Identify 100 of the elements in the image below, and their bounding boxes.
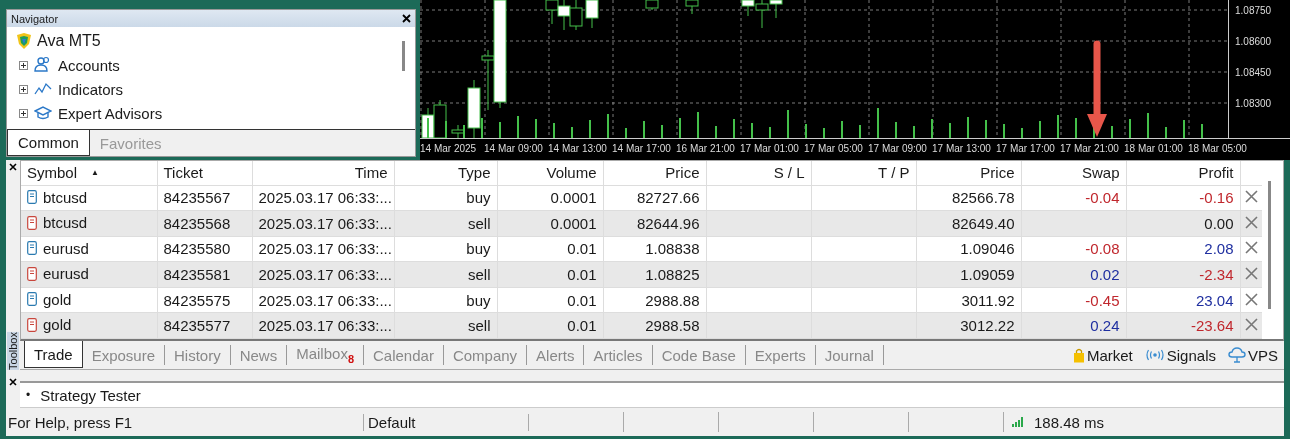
cloud-icon <box>1228 347 1246 363</box>
table-cell: -0.04 <box>1021 185 1126 211</box>
expand-icon[interactable] <box>19 84 28 94</box>
table-cell: 84235580 <box>157 236 252 262</box>
table-cell: 84235577 <box>157 312 252 339</box>
tree-item[interactable]: Indicators <box>58 80 124 98</box>
table-cell: 1.09059 <box>916 261 1021 288</box>
table-cell: -2.34 <box>1126 261 1240 288</box>
table-cell: buy <box>394 236 497 262</box>
table-cell: 82727.66 <box>603 185 706 211</box>
table-cell: btcusd <box>43 214 88 232</box>
close-icon[interactable] <box>402 14 411 23</box>
table-cell: 0.00 <box>1126 210 1240 237</box>
table-cell: 0.01 <box>497 261 603 288</box>
panel-title: Strategy Tester <box>40 386 141 404</box>
column-header[interactable]: Ticket <box>163 164 203 182</box>
column-header[interactable]: Price <box>665 164 700 182</box>
axis-label: 1.08750 <box>1235 4 1273 18</box>
bullet: • <box>26 388 31 402</box>
table-cell: 82644.96 <box>603 210 706 237</box>
panel-title: Toolbox <box>7 332 19 370</box>
table-cell: buy <box>394 287 497 313</box>
table-cell: 2.08 <box>1126 236 1240 262</box>
table-cell: -0.16 <box>1126 185 1240 211</box>
table-cell: sell <box>394 210 497 237</box>
axis-label: 17 Mar 01:00 <box>740 142 800 156</box>
candle <box>557 0 571 31</box>
column-header[interactable]: S / L <box>773 164 805 182</box>
panel-title: Navigator <box>11 12 59 25</box>
table-cell: 2025.03.17 06:33:... <box>252 210 394 237</box>
table-cell: 0.01 <box>497 236 603 262</box>
candle <box>585 0 599 29</box>
table-cell: 2988.58 <box>603 312 706 339</box>
table-cell: 82649.40 <box>916 210 1021 237</box>
table-cell: 84235581 <box>157 261 252 288</box>
axis-label: 16 Mar 21:00 <box>676 142 736 156</box>
column-header[interactable]: Type <box>457 164 491 182</box>
signal-icon <box>1012 417 1024 427</box>
toolbar-link[interactable]: VPS <box>1222 341 1284 369</box>
column-header[interactable]: Profit <box>1198 164 1234 182</box>
toolbar-link[interactable]: Market <box>1066 341 1139 369</box>
axis-label: 18 Mar 05:00 <box>1188 142 1248 156</box>
close-icon[interactable] <box>9 378 17 386</box>
people-icon <box>34 56 52 74</box>
status-text: For Help, press F1 <box>6 413 364 431</box>
table-cell: sell <box>394 261 497 288</box>
toolbar-link[interactable]: Signals <box>1138 341 1222 369</box>
shopping-bag-icon <box>1072 347 1085 363</box>
table-cell: 0.01 <box>497 312 603 339</box>
expand-icon[interactable] <box>19 60 28 70</box>
table-cell: gold <box>43 316 72 334</box>
column-header[interactable]: Volume <box>546 164 597 182</box>
scrollbar[interactable] <box>402 41 405 71</box>
table-cell: 1.09046 <box>916 236 1021 262</box>
table-cell: 82566.78 <box>916 185 1021 211</box>
table-cell: 0.01 <box>497 287 603 313</box>
tree-item[interactable]: Ava MT5 <box>37 32 101 50</box>
tree-item[interactable]: Expert Advisors <box>58 104 163 122</box>
tree-item[interactable]: Accounts <box>58 56 120 74</box>
table-cell: 0.0001 <box>497 185 603 211</box>
table-cell: 2988.88 <box>603 287 706 313</box>
candle <box>433 99 447 138</box>
axis-label: 14 Mar 2025 <box>420 142 478 156</box>
axis-label: 14 Mar 17:00 <box>612 142 672 156</box>
column-header[interactable]: Swap <box>1081 164 1120 182</box>
axis-label: 1.08600 <box>1235 35 1273 49</box>
column-header[interactable]: Symbol <box>27 164 78 182</box>
table-cell: 0.02 <box>1021 261 1126 288</box>
table-cell: -0.45 <box>1021 287 1126 313</box>
table-cell: -0.08 <box>1021 236 1126 262</box>
axis-label: 18 Mar 01:00 <box>1124 142 1184 156</box>
table-cell: buy <box>394 185 497 211</box>
logo-icon <box>15 32 33 50</box>
table-cell: btcusd <box>43 188 88 206</box>
sort-indicator: ▲ <box>91 168 99 178</box>
table-cell: 2025.03.17 06:33:... <box>252 261 394 288</box>
column-header[interactable]: Price <box>980 164 1015 182</box>
toolbox-tab[interactable]: Trade <box>24 341 83 368</box>
column-header[interactable]: T / P <box>878 164 910 182</box>
axis-label: 14 Mar 09:00 <box>484 142 544 156</box>
status-text: Default <box>364 413 529 431</box>
table-cell: 0.0001 <box>497 210 603 237</box>
axis-label: 1.08300 <box>1235 97 1273 111</box>
axis-label: 17 Mar 05:00 <box>804 142 864 156</box>
axis-label: 1.08450 <box>1235 66 1273 80</box>
expand-icon[interactable] <box>19 108 28 118</box>
scrollbar[interactable] <box>1267 181 1271 309</box>
column-header[interactable]: Time <box>354 164 388 182</box>
table-cell: 1.08825 <box>603 261 706 288</box>
graduation-cap-icon <box>34 104 52 122</box>
toolbox-tab[interactable]: Mailbox$_{8}$ <box>287 345 364 365</box>
table-cell: 3012.22 <box>916 312 1021 339</box>
table-cell: 0.24 <box>1021 312 1126 339</box>
table-cell: 2025.03.17 06:33:... <box>252 236 394 262</box>
candle <box>467 79 481 138</box>
table-cell: 84235568 <box>157 210 252 237</box>
table-cell: eurusd <box>43 239 89 257</box>
panel-tab[interactable]: Common <box>7 130 90 156</box>
table-cell: -23.64 <box>1126 312 1240 339</box>
close-icon[interactable] <box>9 163 17 171</box>
